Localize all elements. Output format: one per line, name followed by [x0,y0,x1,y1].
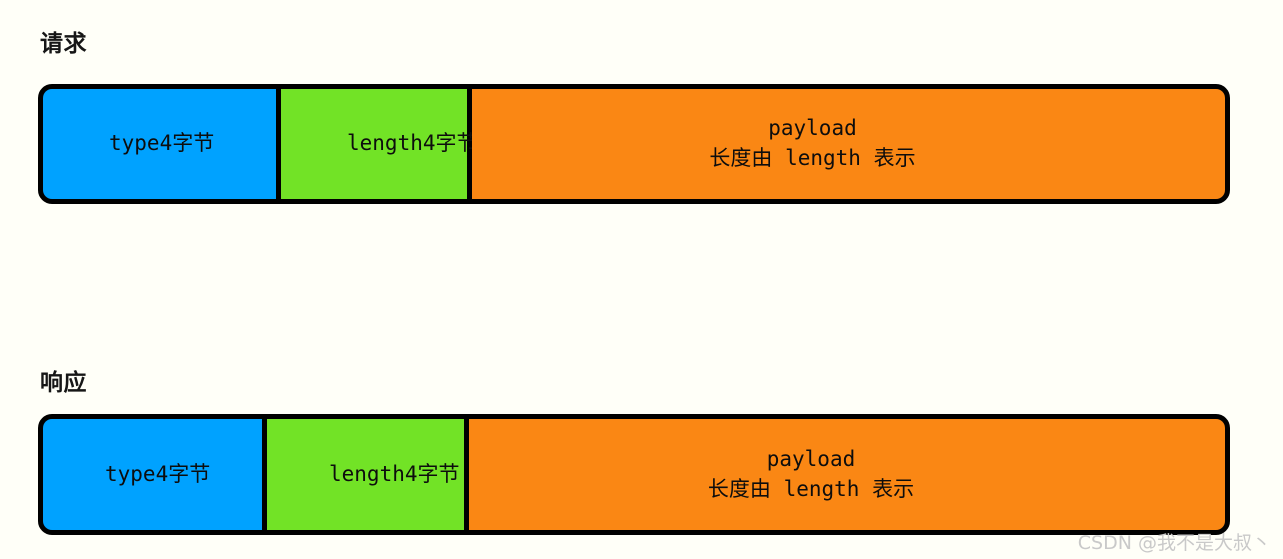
packet-diagram-request: type4字节 length4字节 payload 长度由 length 表示 [38,84,1230,204]
packet-field-length-text: length4字节 [347,129,478,159]
packet-diagram-response: type4字节 length4字节 payload 长度由 length 表示 [38,414,1230,535]
packet-field-length-text: length4字节 [329,460,460,490]
packet-field-type-text: type4字节 [109,129,214,159]
packet-field-type: type4字节 [43,419,262,530]
packet-field-type-text: type4字节 [105,460,210,490]
section-title-response: 响应 [40,370,87,396]
packet-field-length: length4字节 [276,89,478,199]
packet-field-length: length4字节 [262,419,469,530]
packet-field-payload-size: 长度由 length 表示 [707,476,915,501]
packet-field-payload: payload 长度由 length 表示 [472,89,1225,199]
packet-field-payload-size: 长度由 length 表示 [709,146,916,170]
packet-field-type-size: 4字节 [159,131,215,156]
packet-field-type-size: 4字节 [155,461,211,486]
packet-field-length-size: 4字节 [422,131,478,156]
packet-field-payload-text: payload 长度由 length 表示 [709,114,915,174]
diagram-canvas: 请求 type4字节 length4字节 payload 长度由 length 表… [0,0,1283,559]
packet-field-payload-label: payload [766,446,856,471]
packet-field-length-size: 4字节 [404,461,460,486]
packet-field-type-label: type [109,131,160,156]
packet-field-payload: payload 长度由 length 表示 [469,419,1225,530]
section-title-request: 请求 [40,31,87,57]
packet-field-payload-label: payload [768,116,857,141]
packet-field-length-label: length [329,461,405,486]
packet-field-length-label: length [347,131,423,156]
packet-field-type-label: type [105,461,156,486]
packet-field-payload-text: payload 长度由 length 表示 [708,445,914,505]
packet-field-type: type4字节 [43,89,276,199]
